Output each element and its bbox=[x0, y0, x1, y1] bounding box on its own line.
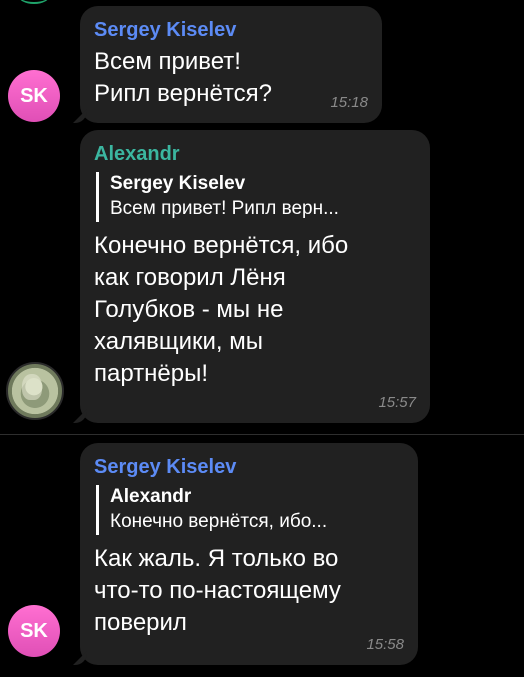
message-bubble-2[interactable]: Alexandr Sergey Kiselev Всем привет! Рип… bbox=[73, 130, 430, 423]
sender-name[interactable]: Sergey Kiselev bbox=[94, 455, 404, 479]
reply-quote[interactable]: Sergey Kiselev Всем привет! Рипл верн... bbox=[96, 172, 416, 222]
message-line: поверил bbox=[94, 609, 187, 636]
message-line: что-то по-настоящему bbox=[94, 577, 341, 604]
sender-name[interactable]: Sergey Kiselev bbox=[94, 18, 368, 42]
avatar-initials: SK bbox=[20, 619, 48, 642]
divider bbox=[0, 434, 524, 435]
message-line: Конечно вернётся, ибо bbox=[94, 232, 349, 259]
reply-text: Всем привет! Рипл верн... bbox=[110, 198, 339, 219]
message-line: Рипл вернётся? bbox=[94, 80, 272, 107]
reply-sender: Sergey Kiselev bbox=[110, 173, 246, 194]
message-line: Как жаль. Я только во bbox=[94, 545, 339, 572]
avatar-photo-face bbox=[22, 374, 42, 400]
message-time: 15:18 bbox=[330, 94, 368, 111]
reply-text: Конечно вернётся, ибо... bbox=[110, 511, 328, 532]
message-line: как говорил Лёня bbox=[94, 264, 286, 291]
message-line: Голубков - мы не bbox=[94, 296, 284, 323]
previous-avatar-edge bbox=[18, 0, 50, 4]
avatar[interactable] bbox=[6, 362, 64, 420]
message-time: 15:58 bbox=[366, 636, 404, 653]
message-line: халявщики, мы bbox=[94, 328, 263, 355]
avatar-initials: SK bbox=[20, 84, 48, 107]
bubble-tail bbox=[73, 109, 87, 123]
message-line: партнёры! bbox=[94, 360, 209, 387]
avatar[interactable]: SK bbox=[8, 70, 60, 122]
message-line: Всем привет! bbox=[94, 48, 241, 75]
reply-sender: Alexandr bbox=[110, 486, 192, 507]
avatar[interactable]: SK bbox=[8, 605, 60, 657]
bubble-tail bbox=[73, 409, 87, 423]
message-time: 15:57 bbox=[378, 394, 416, 411]
sender-name[interactable]: Alexandr bbox=[94, 142, 416, 166]
reply-quote[interactable]: Alexandr Конечно вернётся, ибо... bbox=[96, 485, 404, 535]
bubble-tail bbox=[73, 651, 87, 665]
message-bubble-3[interactable]: Sergey Kiselev Alexandr Конечно вернётся… bbox=[73, 443, 418, 665]
message-bubble-1[interactable]: Sergey Kiselev Всем привет! Рипл вернётс… bbox=[73, 6, 382, 123]
